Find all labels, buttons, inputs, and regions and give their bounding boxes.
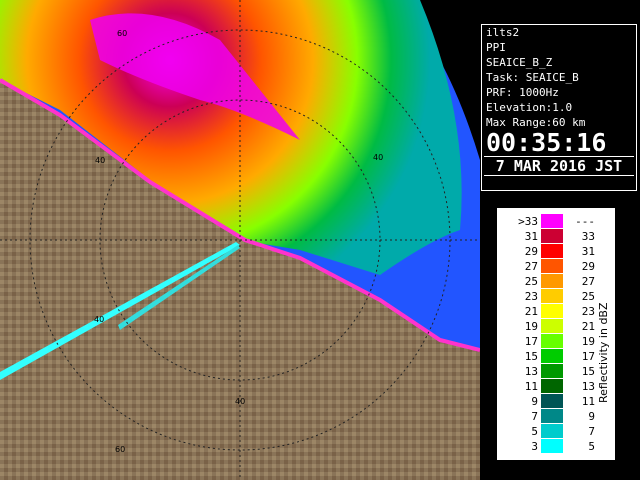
reflectivity-legend: >33 --- 31 33 29 31 27 29 25 27 23 25 21 23 19 21 17 19 15… (497, 208, 615, 460)
legend-high-value: --- (575, 215, 595, 228)
legend-high-value: 27 (581, 275, 595, 288)
legend-low-value: 7 (531, 410, 538, 423)
legend-high-value: 29 (581, 260, 595, 273)
legend-swatch (541, 334, 563, 348)
scan-time: 00:35:16 (486, 128, 607, 157)
legend-high-value: 9 (588, 410, 595, 423)
legend-swatch (541, 319, 563, 333)
legend-high-value: 21 (581, 320, 595, 333)
range-label: 40 (95, 156, 105, 165)
range-label: 40 (235, 397, 245, 406)
legend-high-value: 7 (588, 425, 595, 438)
range-label: 60 (117, 29, 127, 38)
legend-row: 29 31 (497, 244, 615, 259)
legend-row: >33 --- (497, 214, 615, 229)
legend-low-value: 29 (524, 245, 538, 258)
legend-low-value: 15 (524, 350, 538, 363)
legend-swatch (541, 304, 563, 318)
legend-high-value: 33 (581, 230, 595, 243)
legend-low-value: 3 (531, 440, 538, 453)
legend-high-value: 17 (581, 350, 595, 363)
legend-high-value: 11 (581, 395, 595, 408)
legend-swatch (541, 379, 563, 393)
legend-high-value: 19 (581, 335, 595, 348)
scan-mode: PPI (486, 41, 506, 54)
legend-high-value: 23 (581, 305, 595, 318)
legend-high-value: 15 (581, 365, 595, 378)
radar-info-panel: ilts2 PPI SEAICE_B_Z Task: SEAICE_B PRF:… (481, 24, 637, 191)
scan-date: 7 MAR 2016 JST (484, 156, 634, 176)
legend-swatch (541, 424, 563, 438)
legend-swatch (541, 364, 563, 378)
legend-high-value: 13 (581, 380, 595, 393)
legend-low-value: 9 (531, 395, 538, 408)
legend-low-value: >33 (518, 215, 538, 228)
range-label: 60 (115, 445, 125, 454)
legend-swatch (541, 289, 563, 303)
radar-ppi-display[interactable]: 60 40 40 40 40 60 (0, 0, 480, 480)
prf-value: PRF: 1000Hz (486, 86, 559, 99)
legend-high-value: 5 (588, 440, 595, 453)
legend-swatch (541, 409, 563, 423)
station-name: ilts2 (486, 26, 520, 39)
legend-swatch (541, 349, 563, 363)
legend-swatch (541, 214, 563, 228)
legend-title: Reflectivity in dBZ (597, 302, 610, 404)
legend-swatch (541, 229, 563, 243)
range-label: 40 (94, 315, 104, 324)
legend-low-value: 19 (524, 320, 538, 333)
legend-low-value: 5 (531, 425, 538, 438)
legend-swatch (541, 259, 563, 273)
legend-swatch (541, 244, 563, 258)
task-name: Task: SEAICE_B (486, 71, 579, 84)
legend-low-value: 23 (524, 290, 538, 303)
legend-swatch (541, 439, 563, 453)
legend-low-value: 25 (524, 275, 538, 288)
legend-low-value: 11 (524, 380, 538, 393)
legend-high-value: 31 (581, 245, 595, 258)
legend-row: 31 33 (497, 229, 615, 244)
legend-low-value: 31 (524, 230, 538, 243)
product-name: SEAICE_B_Z (486, 56, 553, 69)
radar-image: 60 40 40 40 40 60 (0, 0, 480, 480)
legend-low-value: 17 (524, 335, 538, 348)
legend-high-value: 25 (581, 290, 595, 303)
legend-low-value: 13 (524, 365, 538, 378)
legend-swatch (541, 394, 563, 408)
legend-low-value: 27 (524, 260, 538, 273)
legend-swatch (541, 274, 563, 288)
elevation-value: Elevation:1.0 (486, 101, 573, 114)
legend-low-value: 21 (524, 305, 538, 318)
range-label: 40 (373, 153, 383, 162)
